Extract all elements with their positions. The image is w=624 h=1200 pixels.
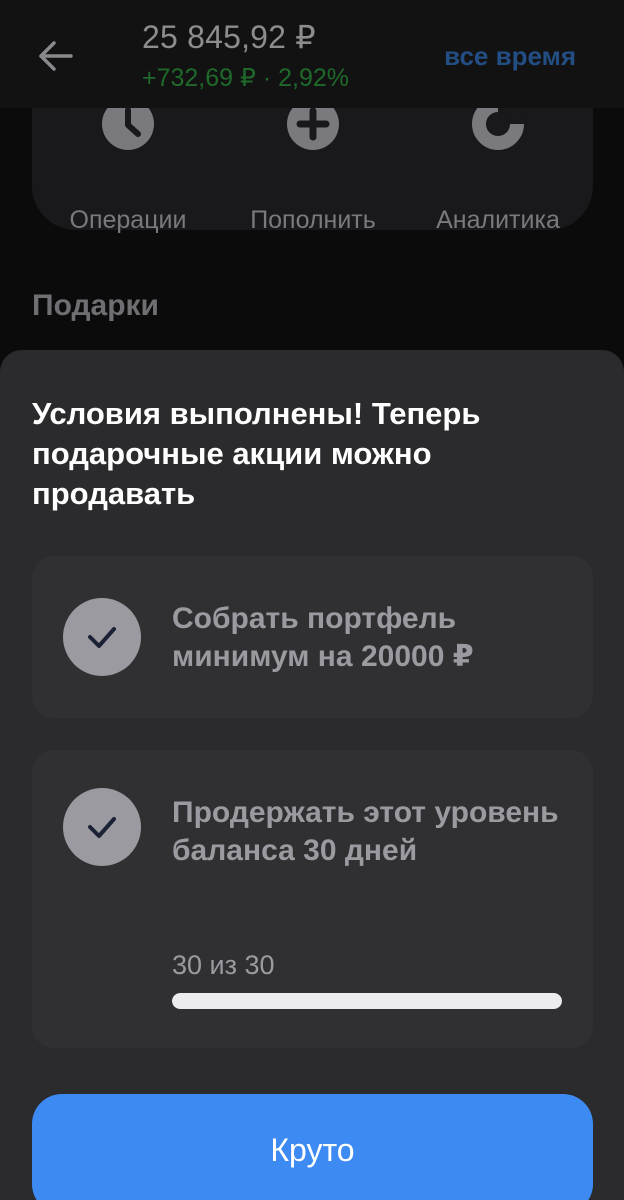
top-bar: 25 845,92 ₽ +732,69 ₽ · 2,92% все время	[0, 0, 624, 108]
progress-bar	[172, 993, 562, 1009]
back-button[interactable]	[34, 34, 78, 78]
task-card: Собрать портфель минимум на 20000 ₽	[32, 556, 593, 718]
section-title-gifts: Подарки	[32, 289, 160, 322]
action-label: Аналитика	[436, 206, 560, 234]
task-text: Собрать портфель минимум на 20000 ₽	[172, 602, 474, 673]
confirm-button[interactable]: Круто	[32, 1094, 593, 1200]
arrow-left-icon	[39, 41, 73, 71]
action-label: Пополнить	[250, 206, 376, 234]
action-label: Операции	[69, 206, 187, 234]
period-selector[interactable]: все время	[444, 40, 576, 72]
sheet-title: Условия выполнены! Теперь подарочные акц…	[32, 396, 481, 511]
portfolio-balance: 25 845,92 ₽	[142, 19, 316, 55]
progress-bar-fill	[172, 993, 562, 1009]
progress-text: 30 из 30	[172, 950, 275, 980]
check-icon	[63, 788, 141, 866]
task-text: Продержать этот уровень баланса 30 дней	[172, 796, 559, 867]
task-card: Продержать этот уровень баланса 30 дней …	[32, 750, 593, 1048]
portfolio-change: +732,69 ₽ · 2,92%	[142, 64, 350, 92]
bottom-sheet: Условия выполнены! Теперь подарочные акц…	[0, 350, 624, 1200]
check-icon	[63, 598, 141, 676]
